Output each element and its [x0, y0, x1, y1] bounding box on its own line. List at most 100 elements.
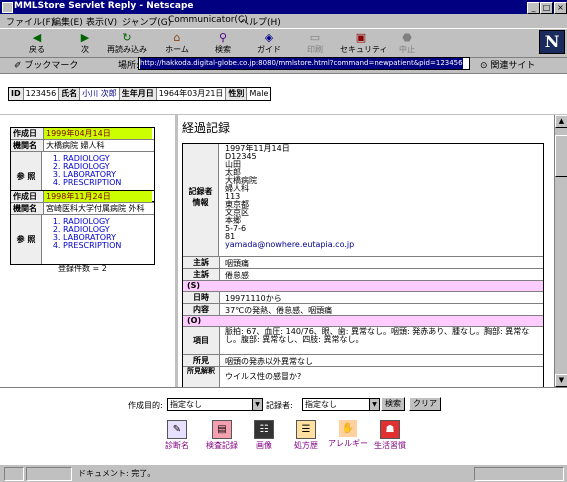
home-button[interactable]: ⌂ ホーム: [156, 31, 198, 57]
print-icon: ▭: [309, 31, 321, 44]
url-input[interactable]: http://hakkoda.digital-globe.co.jp:8080/…: [138, 57, 470, 70]
print-button[interactable]: ▭ 印刷: [294, 31, 336, 57]
objective-row: 所見 咽頭の発赤以外異常なし: [183, 355, 543, 367]
patient-sex: Male: [249, 89, 269, 98]
subjective-row: 日時 19971110から: [183, 292, 543, 304]
patient-name-link[interactable]: 小川 次郎: [80, 88, 120, 100]
app-icon: [2, 2, 13, 13]
xray-button[interactable]: ☷ 画像: [244, 420, 284, 451]
record-date-link[interactable]: 1998年11月24日: [44, 191, 152, 202]
patient-info-row: ID 123456 氏名 小川 次郎 生年月日 1964年03月21日 性別 Male: [8, 87, 272, 101]
patient-header: ID 123456 氏名 小川 次郎 生年月日 1964年03月21日 性別 Male: [0, 73, 567, 114]
subjective-row: 内容 37℃の発熱、倦怠感、咽頭痛: [183, 304, 543, 316]
record-date-link[interactable]: 1999年04月14日: [44, 128, 152, 139]
date-label: 作成日: [11, 128, 44, 139]
record-entry: 作成日1998年11月24日 機関名宮崎医科大学付属病院 外科 参 照 RADI…: [10, 190, 155, 265]
back-arrow-icon: ◀: [32, 31, 42, 44]
security-status-icon[interactable]: [4, 467, 24, 481]
home-icon: ⌂: [173, 31, 181, 44]
menu-edit[interactable]: 編集(E): [52, 15, 83, 28]
objective-value: 脈拍: 67、血圧: 140/76、眼、歯: 異常なし。咽頭: 発赤あり、腫なし…: [225, 327, 530, 344]
maximize-button[interactable]: □: [540, 2, 553, 14]
reload-icon: ↻: [122, 31, 132, 44]
patient-id: 123456: [24, 88, 60, 100]
facility-label: 機関名: [11, 203, 44, 214]
status-bar: ドキュメント: 完了。: [0, 464, 567, 482]
author-line: 1997年11月14日: [225, 144, 290, 153]
reload-button[interactable]: ↻ 再読み込み: [106, 31, 148, 57]
menu-help[interactable]: ヘルプ(H): [240, 15, 281, 28]
complaint-row: 主訴 倦怠感: [183, 269, 543, 281]
title-bar: MMLStore Servlet Reply - Netscape _ □ ×: [0, 0, 567, 14]
search-icon: ⚲: [218, 31, 228, 44]
lifestyle-button[interactable]: ☗ 生活習慣: [370, 420, 410, 451]
lifestyle-icon: ☗: [380, 420, 400, 439]
complaint-label: 主訴: [183, 269, 220, 280]
purpose-select-value: 指定なし: [170, 400, 202, 409]
objective-label: 項目: [183, 327, 220, 354]
menu-view[interactable]: 表示(V): [86, 15, 117, 28]
test-record-icon: ▤: [212, 420, 232, 439]
scroll-up-icon[interactable]: ▲: [555, 115, 567, 128]
subjective-label: 内容: [183, 304, 220, 315]
guide-icon: ◈: [264, 31, 274, 44]
scroll-thumb[interactable]: [555, 135, 567, 177]
prescription-button[interactable]: ☰ 処方歴: [286, 420, 326, 451]
bookmarks-button[interactable]: ✐ ブックマーク: [14, 58, 78, 71]
diagnosis-button[interactable]: ✎ 診断名: [157, 420, 197, 451]
record-count: 登録件数 = 2: [58, 264, 107, 273]
prescription-icon: ☰: [296, 420, 316, 439]
allergy-icon: ✋: [339, 420, 357, 437]
related-sites-button[interactable]: ⊙ 関連サイト: [480, 58, 535, 71]
security-button[interactable]: ▣ セキュリティ: [340, 31, 388, 57]
id-label: ID: [9, 88, 24, 100]
record-list-pane: 作成日1999年04月14日 機関名大橋病院 婦人科 参 照 RADIOLOGY…: [0, 115, 175, 387]
author-line: 太郎: [225, 168, 241, 177]
guide-button[interactable]: ◈ ガイド: [248, 31, 290, 57]
window-title: MMLStore Servlet Reply - Netscape: [14, 1, 194, 11]
subjective-value: 37℃の発熱、倦怠感、咽頭痛: [225, 306, 333, 315]
recorder-label: 記録者:: [266, 401, 293, 410]
clear-button[interactable]: クリア: [409, 397, 441, 411]
reference-link[interactable]: PRESCRIPTION: [63, 242, 121, 250]
record-title: 経過記録: [182, 121, 231, 135]
author-line: D12345: [225, 152, 257, 161]
facility-name: 宮崎医科大学付属病院 外科: [46, 204, 145, 213]
stop-button[interactable]: ⬣ 中止: [386, 31, 428, 57]
diagnosis-icon: ✎: [167, 420, 187, 439]
patient-dob: 1964年03月21日: [157, 88, 227, 100]
menu-go[interactable]: ジャンプ(G): [122, 15, 171, 28]
complaint-row: 主訴 咽頭痛: [183, 257, 543, 269]
recorder-select[interactable]: 指定なし ▼: [302, 398, 380, 411]
test-record-button[interactable]: ▤ 検査記録: [202, 420, 242, 451]
reference-link[interactable]: PRESCRIPTION: [63, 179, 121, 187]
minimize-button[interactable]: _: [527, 2, 540, 14]
progress-record-pane: 経過記録 記録者 情報 1997年11月14日 D12345 山田 太郎 大橋病…: [178, 115, 554, 387]
close-button[interactable]: ×: [554, 2, 567, 14]
chevron-down-icon: ▼: [252, 399, 262, 410]
record-table: 記録者 情報 1997年11月14日 D12345 山田 太郎 大橋病院 婦人科…: [182, 143, 544, 387]
filter-panel: 作成目的: 指定なし ▼ 記録者: 指定なし ▼ 検索 クリア ✎ 診断名 ▤ …: [0, 387, 567, 465]
reference-label: 参 照: [11, 215, 42, 264]
menu-communicator[interactable]: Communicator(C): [168, 15, 248, 25]
vertical-scrollbar[interactable]: ▲ ▼: [554, 115, 567, 387]
objective-label: 所見解釈: [183, 367, 220, 387]
menu-bar: ファイル(F) 編集(E) 表示(V) ジャンプ(G) Communicator…: [0, 14, 567, 28]
subjective-label: 日時: [183, 292, 220, 303]
allergy-button[interactable]: ✋ アレルギー: [328, 420, 368, 449]
search-button[interactable]: ⚲ 検索: [202, 31, 244, 57]
facility-label: 機関名: [11, 140, 44, 151]
purpose-select[interactable]: 指定なし ▼: [167, 398, 263, 411]
author-email-link[interactable]: yamada@nowhere.eutapia.co.jp: [225, 241, 541, 249]
forward-button[interactable]: ▶ 次: [64, 31, 106, 57]
back-button[interactable]: ◀ 戻る: [16, 31, 58, 57]
search-submit-button[interactable]: 検索: [381, 397, 405, 411]
scroll-down-icon[interactable]: ▼: [555, 374, 567, 387]
subjective-section: (S): [183, 281, 543, 292]
objective-section: (O): [183, 316, 543, 327]
author-line: 山田: [225, 160, 241, 169]
menu-file[interactable]: ファイル(F): [6, 15, 54, 28]
dob-label: 生年月日: [119, 88, 157, 100]
facility-name: 大橋病院 婦人科: [46, 141, 105, 150]
objective-value: ウイルス性の感冒か?: [225, 372, 302, 381]
